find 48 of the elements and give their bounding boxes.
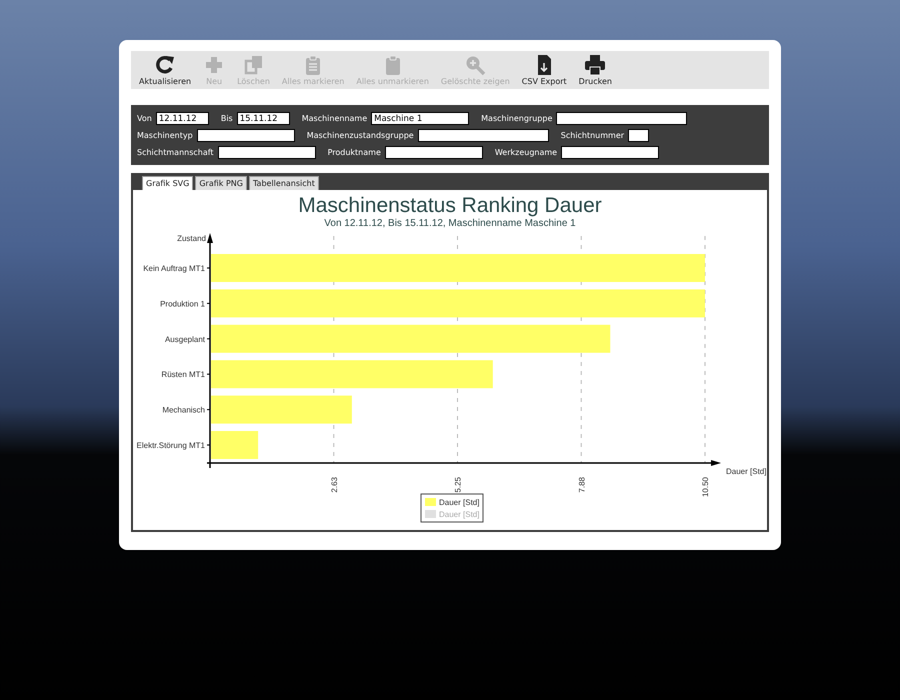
axis-title: Dauer [Std] (726, 467, 766, 476)
input-field[interactable] (196, 129, 295, 142)
chart-subtitle: Von 12.11.12, Bis 15.11.12, Maschinenname Maschine 1 (323, 218, 577, 229)
toolbar-button[interactable]: Aktualisieren (135, 54, 196, 86)
input-field[interactable]: Maschine 1 (371, 112, 470, 125)
input-field[interactable]: 12.11.12 (156, 112, 209, 125)
tick-label: 10.50 (701, 477, 710, 498)
field-label: Von (137, 114, 152, 123)
field-label: Maschinentyp (137, 131, 193, 140)
input-field[interactable] (384, 146, 483, 159)
category-label: Elektr.Störung MT1 (136, 441, 205, 450)
category-label: Ausgeplant (164, 334, 205, 344)
axis-title: Zustand (177, 234, 206, 243)
field-label: Werkzeugname (494, 148, 558, 157)
input-field[interactable]: 15.11.12 (236, 112, 290, 125)
field-label: Schichtnummer (560, 131, 624, 140)
input-field[interactable] (418, 129, 549, 142)
category-label: Produktion 1 (160, 299, 205, 308)
category-label: Rüsten MT1 (161, 370, 205, 380)
field-label: Produktname (328, 148, 381, 157)
chart-title: Maschinenstatus Ranking Dauer (297, 193, 603, 218)
field-label: Maschinenname (302, 114, 368, 123)
tick-label: 5.25 (454, 477, 462, 493)
input-field[interactable] (561, 146, 660, 159)
field-label: Maschinenzustandsgruppe (306, 131, 414, 140)
category-label: Mechanisch (162, 406, 205, 415)
input-field[interactable] (556, 112, 688, 125)
copy-icon (242, 54, 264, 76)
field-label: Schichtmannschaft (137, 148, 214, 157)
printer-icon (584, 54, 606, 76)
tab[interactable]: Tabellenansicht (248, 176, 319, 190)
tick-label: 7.88 (577, 477, 586, 493)
legend-swatch (425, 498, 436, 506)
field-label: Bis (220, 114, 233, 123)
refresh-icon (154, 54, 176, 76)
toolbar-button[interactable]: Drucken (574, 54, 616, 86)
toolbar-button[interactable]: CSV Export (518, 54, 571, 86)
legend-box (420, 494, 484, 522)
input-field[interactable] (218, 146, 316, 159)
tick-label: 2.63 (330, 477, 339, 493)
tab[interactable]: Grafik SVG (142, 176, 194, 190)
tab[interactable]: Grafik PNG (195, 176, 247, 190)
bar (211, 431, 258, 459)
input-field[interactable] (628, 129, 650, 142)
legend-label[interactable]: Dauer [Std] (439, 498, 480, 507)
zoom-icon (464, 54, 486, 76)
category-label: Kein Auftrag MT1 (143, 264, 205, 273)
field-label: Maschinengruppe (481, 114, 552, 123)
